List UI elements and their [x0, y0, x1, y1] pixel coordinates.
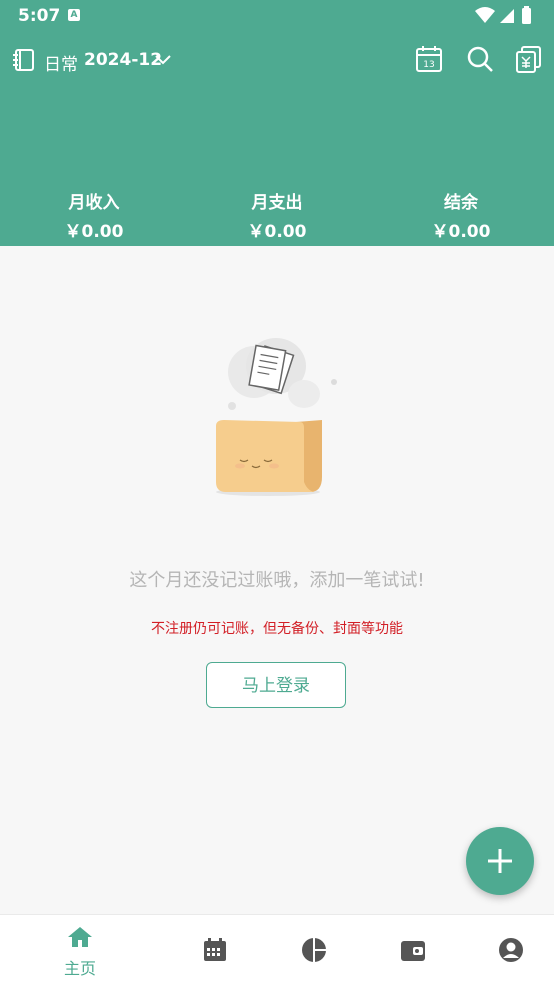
nav-assets[interactable] [358, 915, 468, 985]
income-summary: 月收入 ￥0.00 [14, 188, 174, 242]
register-note: 不注册仍可记账，但无备份、封面等功能 [151, 621, 403, 637]
empty-message: 这个月还没记过账哦，添加一笔试试! [129, 570, 425, 591]
profile-icon [499, 938, 523, 962]
login-button[interactable]: 马上登录 [206, 662, 346, 708]
balance-value: ￥0.00 [431, 222, 491, 242]
nav-statistics[interactable] [259, 915, 369, 985]
search-icon[interactable] [465, 44, 497, 76]
expense-label: 月支出 [251, 193, 303, 213]
plus-icon [488, 849, 512, 873]
bottom-navigation: 主页 [0, 914, 554, 985]
balance-summary: 结余 ￥0.00 [381, 188, 541, 242]
svg-text:13: 13 [423, 60, 434, 70]
nav-home[interactable]: 主页 [25, 915, 135, 985]
notification-badge: A [68, 9, 80, 21]
monthly-summary: 月收入 ￥0.00 月支出 ￥0.00 结余 ￥0.00 [0, 188, 554, 242]
calendar-icon [204, 938, 226, 961]
status-bar: 5:07 A [0, 0, 554, 32]
income-label: 月收入 [68, 193, 120, 213]
toolbar: 日常 2024-12 13 [0, 40, 554, 80]
wallet-icon [401, 941, 425, 961]
empty-state-illustration [204, 332, 344, 506]
add-record-button[interactable] [466, 827, 534, 895]
chevron-down-icon[interactable] [154, 52, 172, 71]
signal-icon [500, 9, 514, 23]
nav-profile[interactable] [456, 915, 554, 985]
nav-home-label: 主页 [63, 959, 96, 978]
book-icon[interactable] [12, 48, 36, 76]
pie-chart-icon [302, 938, 326, 962]
bills-icon[interactable] [514, 44, 546, 76]
home-icon [68, 927, 92, 947]
battery-icon [522, 8, 531, 24]
month-selector[interactable]: 2024-12 [84, 50, 162, 70]
expense-value: ￥0.00 [247, 222, 307, 242]
nav-calendar[interactable] [160, 915, 270, 985]
header: 5:07 A 日常 2024-12 13 月收入 ￥0.00 月支出 ￥0.00… [0, 0, 554, 246]
calendar-13-icon[interactable]: 13 [414, 44, 446, 76]
income-value: ￥0.00 [64, 222, 124, 242]
balance-label: 结余 [444, 193, 478, 213]
status-icons [474, 5, 538, 31]
expense-summary: 月支出 ￥0.00 [197, 188, 357, 242]
status-time: 5:07 [18, 6, 61, 26]
wifi-icon [475, 7, 495, 23]
book-name[interactable]: 日常 [44, 50, 78, 75]
